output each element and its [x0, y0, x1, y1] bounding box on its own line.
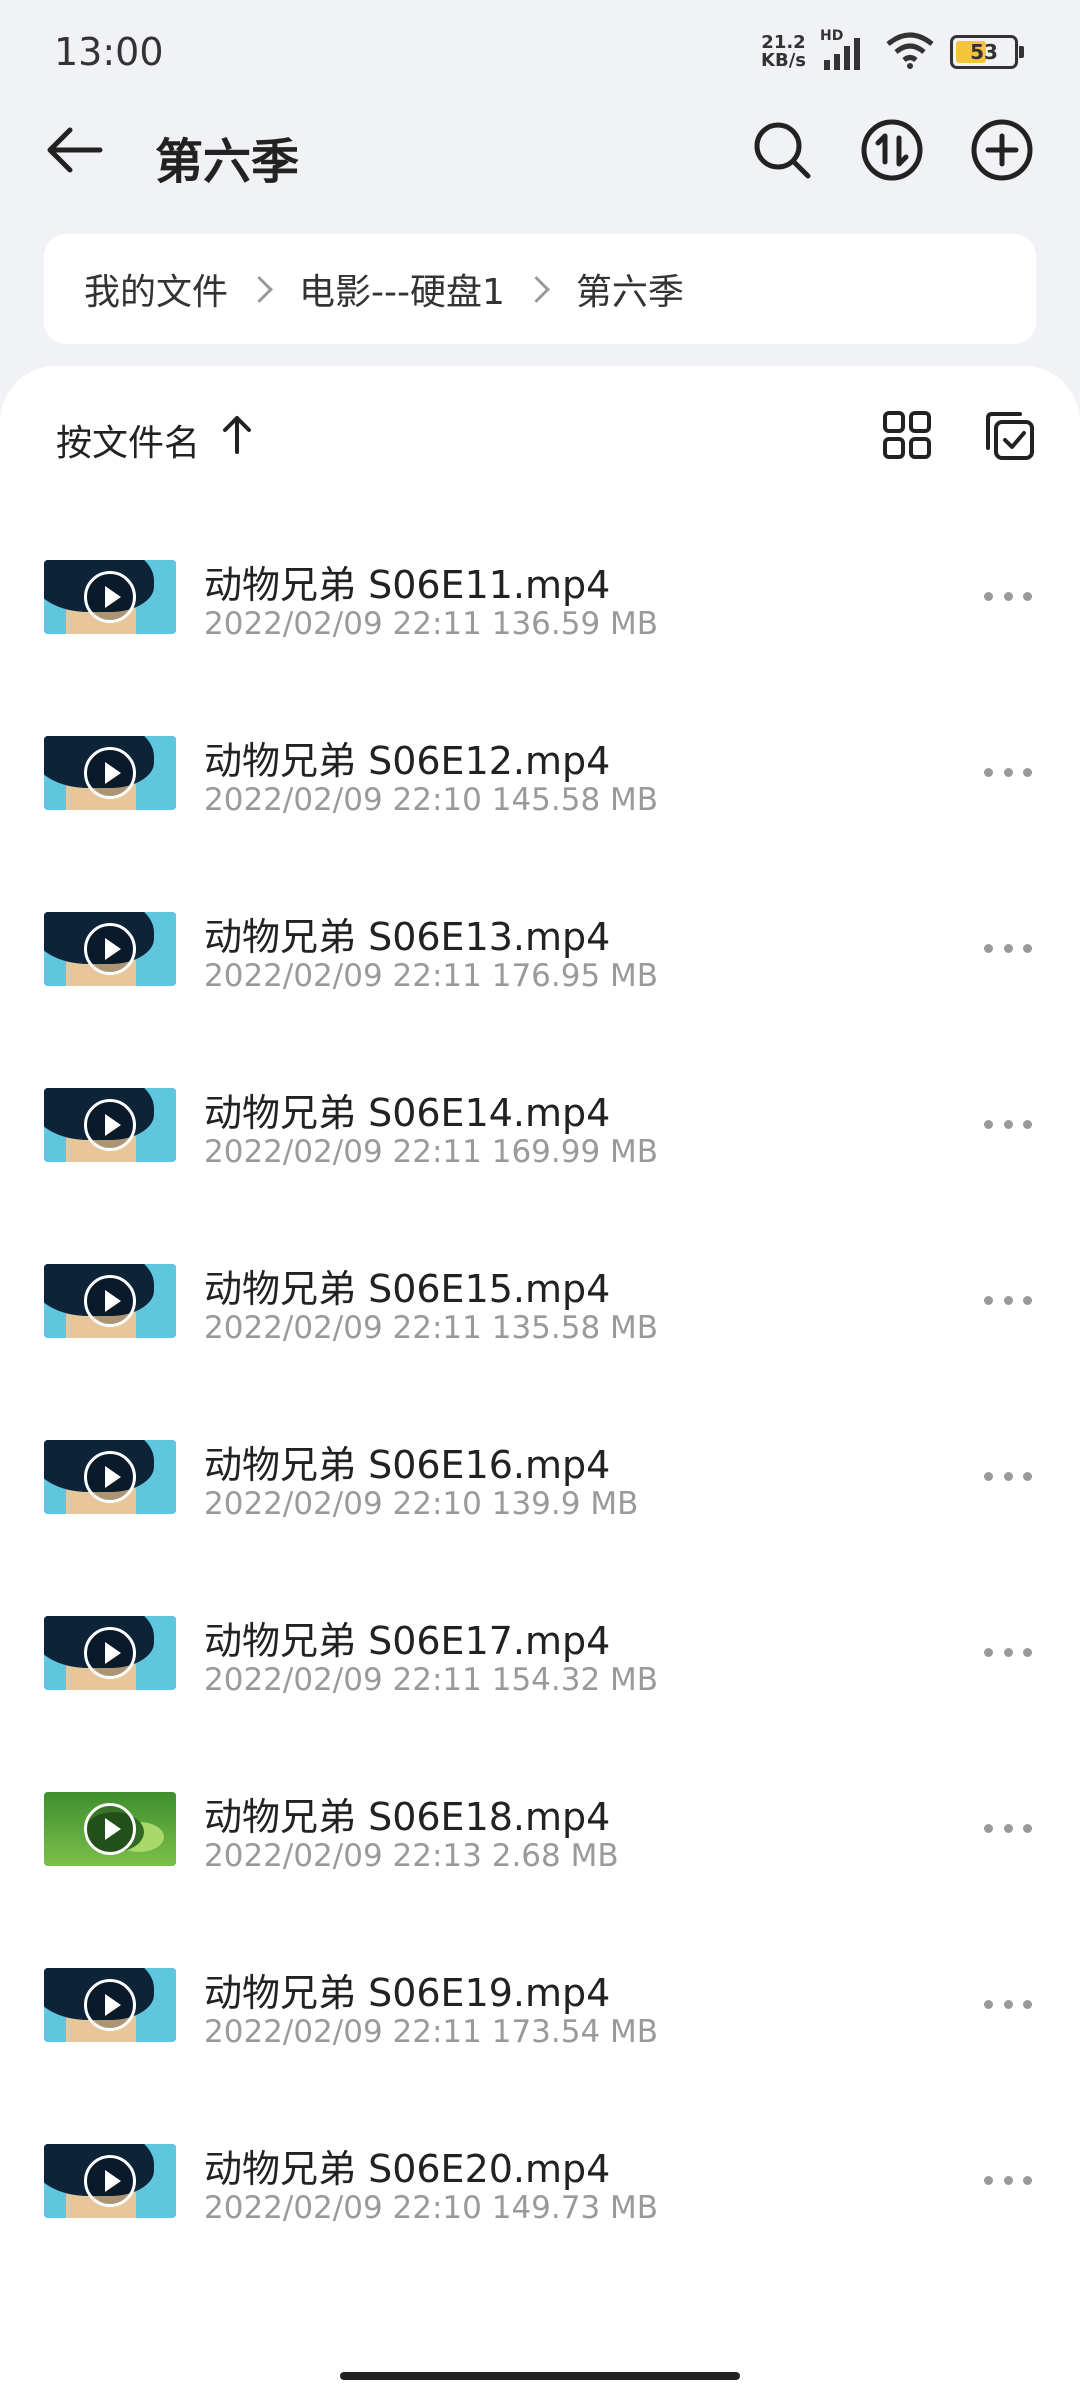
video-thumbnail: [44, 2144, 176, 2218]
file-meta: 2022/02/09 22:11 135.58 MB: [204, 1310, 659, 1346]
play-icon: [84, 1627, 136, 1679]
list-item[interactable]: 动物兄弟 S06E13.mp4 2022/02/09 22:11 176.95 M…: [0, 848, 1080, 1024]
list-item[interactable]: 动物兄弟 S06E14.mp4 2022/02/09 22:11 169.99 M…: [0, 1024, 1080, 1200]
file-list: 2022/02/09 22:06 152.17 MB动物兄弟 S06E11.mp…: [0, 366, 1080, 2256]
file-name: 动物兄弟 S06E14.mp4: [204, 1091, 611, 1135]
file-name: 动物兄弟 S06E11.mp4: [204, 563, 611, 607]
list-item[interactable]: 动物兄弟 S06E19.mp4 2022/02/09 22:11 173.54 M…: [0, 1904, 1080, 2080]
file-name: 动物兄弟 S06E18.mp4: [204, 1795, 611, 1839]
more-icon[interactable]: [984, 944, 1032, 956]
list-item[interactable]: 动物兄弟 S06E18.mp4 2022/02/09 22:13 2.68 MB: [0, 1728, 1080, 1904]
sort-by-name-button[interactable]: 按文件名: [56, 414, 200, 466]
file-meta: 2022/02/09 22:11 169.99 MB: [204, 1134, 659, 1170]
list-item[interactable]: 动物兄弟 S06E15.mp4 2022/02/09 22:11 135.58 M…: [0, 1200, 1080, 1376]
more-icon[interactable]: [984, 1120, 1032, 1132]
file-name: 动物兄弟 S06E12.mp4: [204, 739, 611, 783]
file-name: 动物兄弟 S06E19.mp4: [204, 1971, 611, 2015]
file-meta: 2022/02/09 22:10 145.58 MB: [204, 782, 659, 818]
file-meta: 2022/02/09 22:10 149.73 MB: [204, 2190, 659, 2226]
file-meta: 2022/02/09 22:10 139.9 MB: [204, 1486, 639, 1522]
back-arrow-icon[interactable]: [44, 122, 104, 178]
play-icon: [84, 747, 136, 799]
file-name: 动物兄弟 S06E17.mp4: [204, 1619, 611, 1663]
chevron-right-icon: [522, 275, 550, 303]
list-item[interactable]: 动物兄弟 S06E20.mp4 2022/02/09 22:10 149.73 M…: [0, 2080, 1080, 2256]
more-icon[interactable]: [984, 1296, 1032, 1308]
video-thumbnail: [44, 1792, 176, 1866]
video-thumbnail: [44, 1088, 176, 1162]
play-icon: [84, 923, 136, 975]
file-name: 动物兄弟 S06E16.mp4: [204, 1443, 611, 1487]
multi-select-icon[interactable]: [980, 408, 1036, 464]
search-icon[interactable]: [750, 118, 814, 182]
transfer-icon[interactable]: [860, 118, 924, 182]
video-thumbnail: [44, 560, 176, 634]
breadcrumb: 我的文件 电影---硬盘1 第六季: [44, 234, 1036, 344]
page-title: 第六季: [155, 134, 300, 190]
add-icon[interactable]: [970, 118, 1034, 182]
video-thumbnail: [44, 1968, 176, 2042]
list-item[interactable]: 动物兄弟 S06E12.mp4 2022/02/09 22:10 145.58 M…: [0, 672, 1080, 848]
file-meta: 2022/02/09 22:11 173.54 MB: [204, 2014, 659, 2050]
status-time: 13:00: [54, 30, 164, 74]
battery-icon: 53: [950, 35, 1024, 69]
more-icon[interactable]: [984, 1648, 1032, 1660]
sort-up-arrow-icon[interactable]: [220, 412, 254, 456]
file-list-panel: 按文件名 2022/02/09 22:06 152.17 MB动物兄弟 S06E…: [0, 366, 1080, 2400]
play-icon: [84, 1803, 136, 1855]
play-icon: [84, 1099, 136, 1151]
more-icon[interactable]: [984, 1824, 1032, 1836]
file-name: 动物兄弟 S06E15.mp4: [204, 1267, 611, 1311]
list-item[interactable]: 动物兄弟 S06E16.mp4 2022/02/09 22:10 139.9 MB: [0, 1376, 1080, 1552]
file-name: 动物兄弟 S06E13.mp4: [204, 915, 611, 959]
play-icon: [84, 1979, 136, 2031]
breadcrumb-item-my-files[interactable]: 我的文件: [84, 263, 228, 315]
file-meta: 2022/02/09 22:11 136.59 MB: [204, 606, 659, 642]
status-icons: 21.2 KB/s HD 53: [761, 28, 1024, 74]
play-icon: [84, 1451, 136, 1503]
list-item[interactable]: 动物兄弟 S06E11.mp4 2022/02/09 22:11 136.59 M…: [0, 496, 1080, 672]
more-icon[interactable]: [984, 2000, 1032, 2012]
video-thumbnail: [44, 1616, 176, 1690]
home-indicator[interactable]: [340, 2372, 740, 2380]
chevron-right-icon: [246, 275, 273, 303]
more-icon[interactable]: [984, 1472, 1032, 1484]
list-item[interactable]: 动物兄弟 S06E17.mp4 2022/02/09 22:11 154.32 M…: [0, 1552, 1080, 1728]
sort-bar: 按文件名: [0, 366, 1080, 476]
network-speed: 21.2 KB/s: [761, 32, 806, 71]
play-icon: [84, 571, 136, 623]
more-icon[interactable]: [984, 2176, 1032, 2188]
video-thumbnail: [44, 912, 176, 986]
file-meta: 2022/02/09 22:11 176.95 MB: [204, 958, 659, 994]
more-icon[interactable]: [984, 592, 1032, 604]
play-icon: [84, 2155, 136, 2207]
breadcrumb-item-current[interactable]: 第六季: [576, 263, 684, 315]
more-icon[interactable]: [984, 768, 1032, 780]
wifi-icon: [884, 30, 936, 74]
signal-icon: HD: [820, 28, 870, 72]
app-header: 第六季: [0, 100, 1080, 200]
file-meta: 2022/02/09 22:13 2.68 MB: [204, 1838, 619, 1874]
status-bar: 13:00 21.2 KB/s HD 53: [0, 0, 1080, 100]
video-thumbnail: [44, 1440, 176, 1514]
video-thumbnail: [44, 1264, 176, 1338]
video-thumbnail: [44, 736, 176, 810]
grid-view-icon[interactable]: [882, 410, 932, 460]
file-name: 动物兄弟 S06E20.mp4: [204, 2147, 611, 2191]
play-icon: [84, 1275, 136, 1327]
file-meta: 2022/02/09 22:11 154.32 MB: [204, 1662, 659, 1698]
breadcrumb-item-movies[interactable]: 电影---硬盘1: [299, 263, 505, 315]
